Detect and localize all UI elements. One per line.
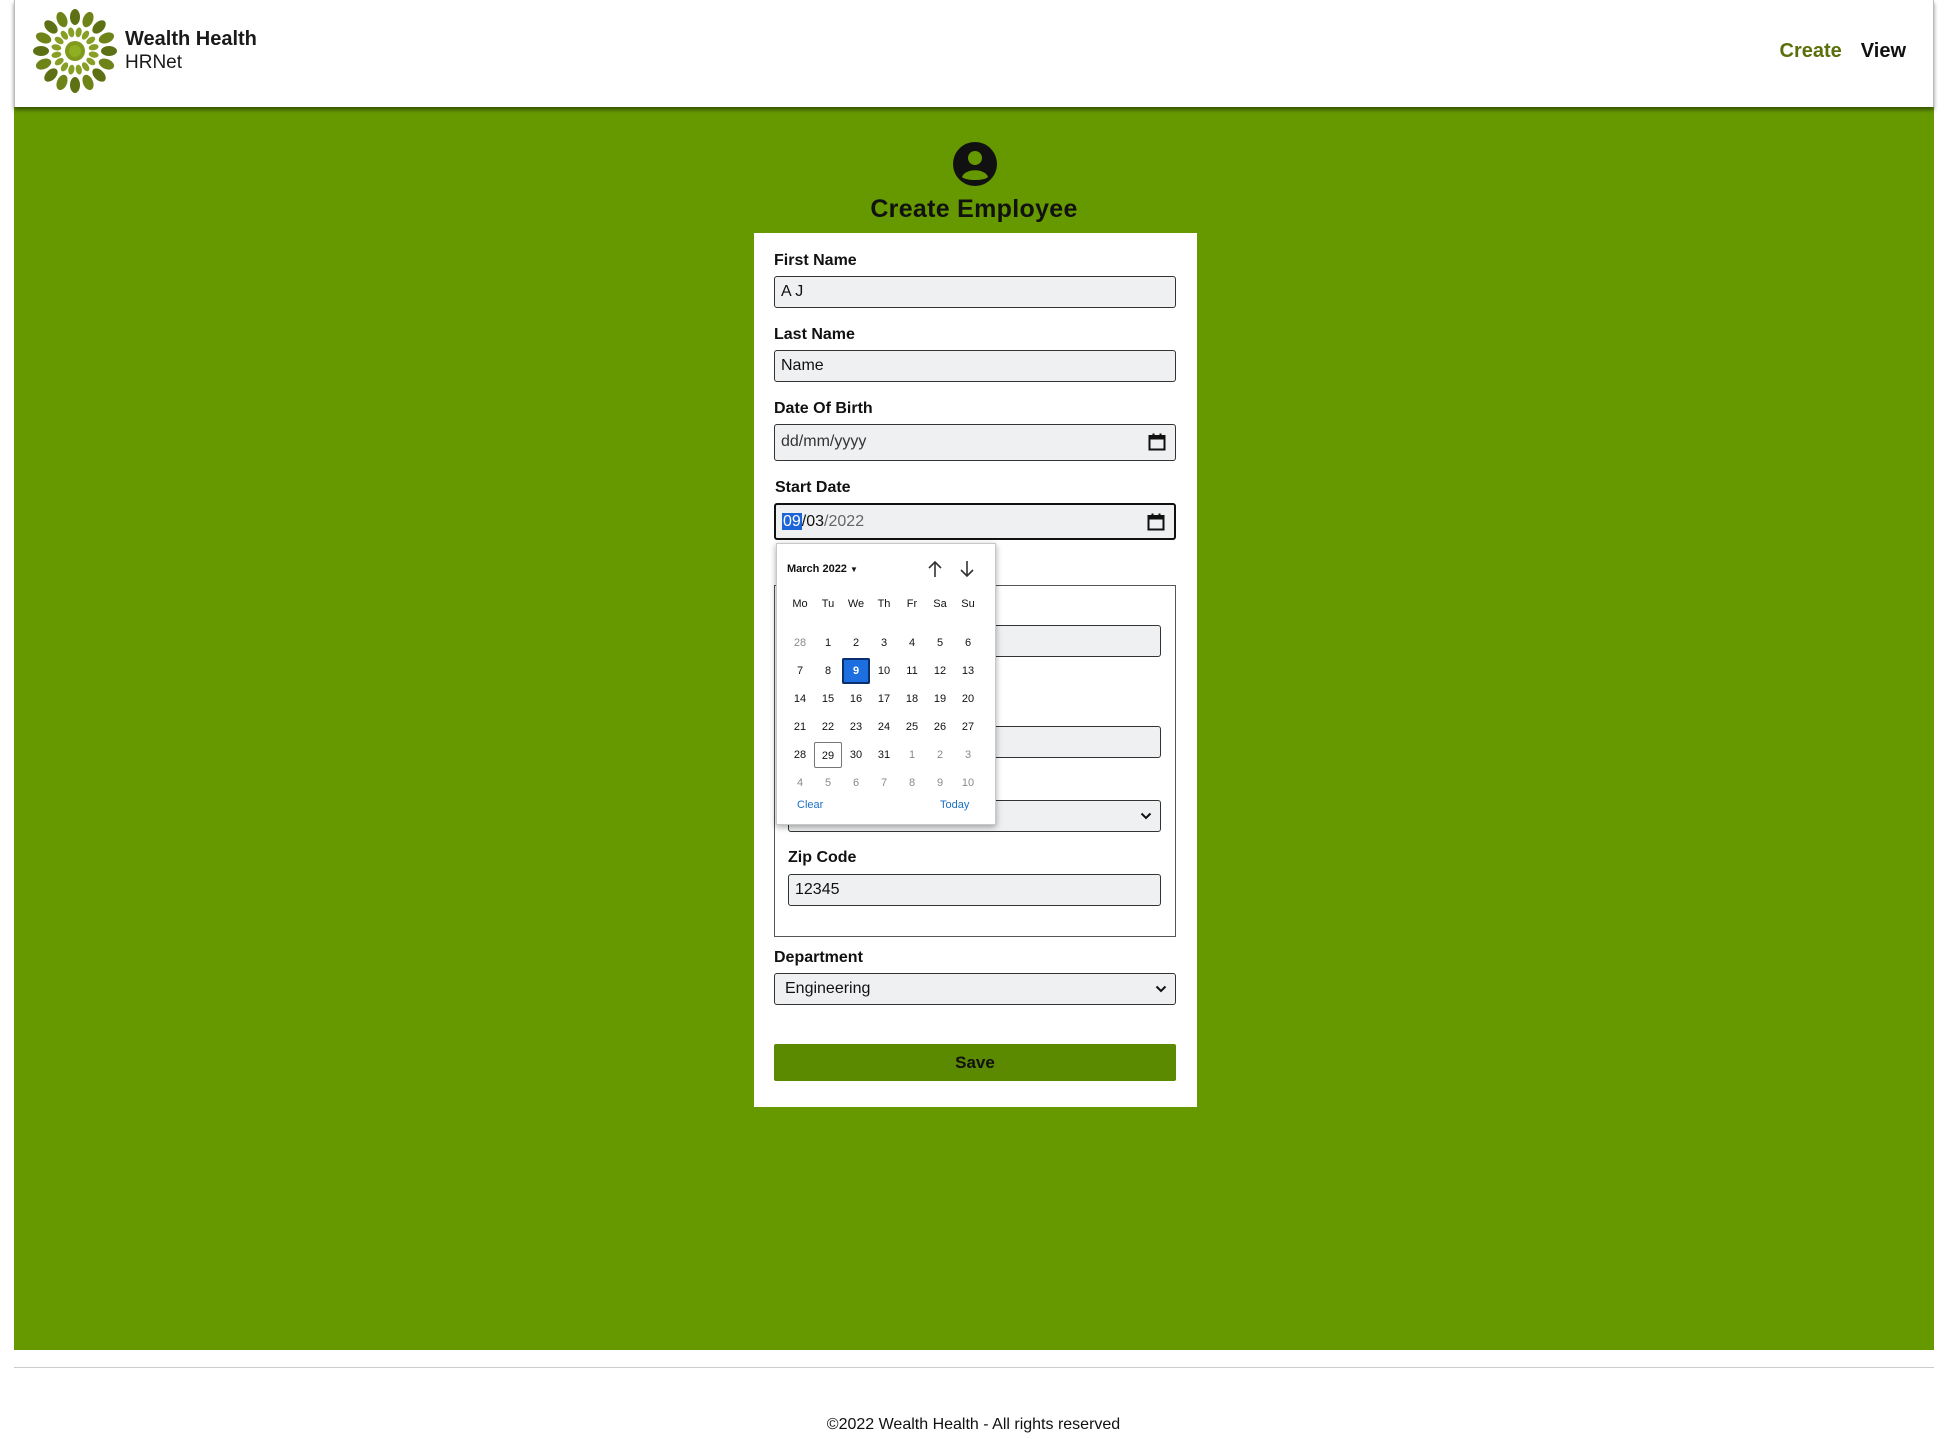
calendar-day[interactable]: 10 [954, 770, 982, 796]
calendar-day[interactable]: 27 [954, 714, 982, 740]
chevron-down-icon [1140, 812, 1152, 820]
arrow-up-icon[interactable] [926, 559, 944, 579]
calendar-day[interactable]: 18 [898, 686, 926, 712]
calendar-day[interactable]: 26 [926, 714, 954, 740]
datepicker-grid: Mo Tu We Th Fr Sa Su 28 1 2 3 4 5 6 7 8 9 10 11 12 13 14 15 16 1… [786, 594, 982, 798]
weekday-label: Sa [933, 598, 947, 610]
chevron-down-icon [1155, 985, 1167, 993]
calendar-day[interactable]: 30 [842, 742, 870, 768]
first-name-input[interactable]: A J [774, 276, 1176, 308]
calendar-day[interactable]: 5 [926, 630, 954, 656]
calendar-icon[interactable] [1148, 433, 1166, 451]
calendar-day[interactable]: 19 [926, 686, 954, 712]
calendar-day[interactable]: 24 [870, 714, 898, 740]
start-date-month-segment[interactable]: 03 [806, 513, 824, 530]
weekday-label: Fr [906, 598, 918, 610]
start-date-label: Start Date [775, 479, 851, 496]
datepicker-month-select[interactable]: March 2022 ▼ [787, 563, 858, 575]
calendar-day[interactable]: 7 [870, 770, 898, 796]
department-select[interactable]: Engineering [774, 973, 1176, 1005]
nav-view-link[interactable]: View [1861, 40, 1906, 63]
department-label: Department [774, 949, 863, 966]
weekday-header-row: Mo Tu We Th Fr Sa Su [786, 594, 982, 622]
calendar-week-row: 28 29 30 31 1 2 3 [786, 742, 982, 770]
calendar-day[interactable]: 28 [786, 630, 814, 656]
weekday-label: Su [961, 598, 975, 610]
calendar-day[interactable]: 8 [814, 658, 842, 684]
zip-code-input[interactable]: 12345 [788, 874, 1161, 906]
brand-title: Wealth Health [125, 28, 257, 50]
calendar-day[interactable]: 2 [842, 630, 870, 656]
calendar-day[interactable]: 5 [814, 770, 842, 796]
calendar-day[interactable]: 3 [870, 630, 898, 656]
calendar-day[interactable]: 21 [786, 714, 814, 740]
calendar-day[interactable]: 31 [870, 742, 898, 768]
weekday-label: Mo [792, 598, 808, 610]
first-name-label: First Name [774, 252, 857, 269]
brand-subtitle: HRNet [125, 52, 183, 73]
datepicker-month-label: March 2022 [787, 563, 847, 575]
datepicker-popup: March 2022 ▼ Mo Tu We Th Fr Sa Su 28 1 2 3 4 5 6 7 8 9 10… [776, 543, 996, 825]
save-button[interactable]: Save [774, 1044, 1176, 1081]
calendar-day[interactable]: 13 [954, 658, 982, 684]
weekday-label: Th [877, 598, 891, 610]
calendar-day[interactable]: 17 [870, 686, 898, 712]
top-header: Wealth Health HRNet Create View [14, 0, 1934, 107]
logo-area[interactable]: Wealth Health HRNet [29, 5, 257, 97]
calendar-day[interactable]: 14 [786, 686, 814, 712]
calendar-day[interactable]: 12 [926, 658, 954, 684]
calendar-day[interactable]: 23 [842, 714, 870, 740]
calendar-day[interactable]: 11 [898, 658, 926, 684]
date-of-birth-placeholder: dd/mm/yyyy [781, 433, 867, 450]
department-selected-value: Engineering [785, 980, 871, 997]
calendar-day[interactable]: 4 [898, 630, 926, 656]
calendar-day[interactable]: 10 [870, 658, 898, 684]
calendar-day[interactable]: 1 [814, 630, 842, 656]
calendar-day[interactable]: 6 [954, 630, 982, 656]
last-name-label: Last Name [774, 326, 855, 343]
calendar-day[interactable]: 28 [786, 742, 814, 768]
footer-copyright: ©2022 Wealth Health - All rights reserve… [826, 1416, 1121, 1433]
main-nav: Create View [1780, 40, 1906, 63]
calendar-day[interactable]: 6 [842, 770, 870, 796]
calendar-day[interactable]: 15 [814, 686, 842, 712]
calendar-day[interactable]: 25 [898, 714, 926, 740]
calendar-week-row: 21 22 23 24 25 26 27 [786, 714, 982, 742]
page-title: Create Employee [870, 195, 1078, 223]
caret-down-icon: ▼ [850, 565, 858, 574]
calendar-day[interactable]: 20 [954, 686, 982, 712]
zip-code-label: Zip Code [788, 849, 857, 866]
sunburst-logo-icon [33, 9, 117, 93]
start-date-input[interactable]: 09/03/2022 [774, 503, 1176, 540]
calendar-week-row: 7 8 9 10 11 12 13 [786, 658, 982, 686]
datepicker-clear-button[interactable]: Clear [797, 799, 823, 811]
date-of-birth-label: Date Of Birth [774, 400, 873, 417]
calendar-day[interactable]: 16 [842, 686, 870, 712]
start-date-day-segment[interactable]: 09 [782, 513, 802, 530]
calendar-week-row: 4 5 6 7 8 9 10 [786, 770, 982, 798]
calendar-week-row: 28 1 2 3 4 5 6 [786, 630, 982, 658]
calendar-day[interactable]: 8 [898, 770, 926, 796]
start-date-year-segment[interactable]: 2022 [829, 513, 865, 530]
calendar-week-row: 14 15 16 17 18 19 20 [786, 686, 982, 714]
date-of-birth-input[interactable]: dd/mm/yyyy [774, 424, 1176, 461]
footer-divider [14, 1367, 1934, 1368]
calendar-day[interactable]: 2 [926, 742, 954, 768]
last-name-input[interactable]: Name [774, 350, 1176, 382]
weekday-label: Tu [821, 598, 835, 610]
calendar-day[interactable]: 9 [926, 770, 954, 796]
calendar-day[interactable]: 3 [954, 742, 982, 768]
nav-create-link[interactable]: Create [1780, 40, 1842, 63]
weekday-label: We [847, 598, 865, 610]
calendar-day[interactable]: 29 [814, 742, 842, 768]
calendar-day[interactable]: 9 [842, 658, 870, 684]
calendar-icon[interactable] [1147, 513, 1165, 531]
calendar-day[interactable]: 22 [814, 714, 842, 740]
calendar-day[interactable]: 4 [786, 770, 814, 796]
calendar-day[interactable]: 1 [898, 742, 926, 768]
user-circle-icon [953, 142, 997, 186]
calendar-day[interactable]: 7 [786, 658, 814, 684]
arrow-down-icon[interactable] [958, 559, 976, 579]
datepicker-today-button[interactable]: Today [940, 799, 969, 811]
